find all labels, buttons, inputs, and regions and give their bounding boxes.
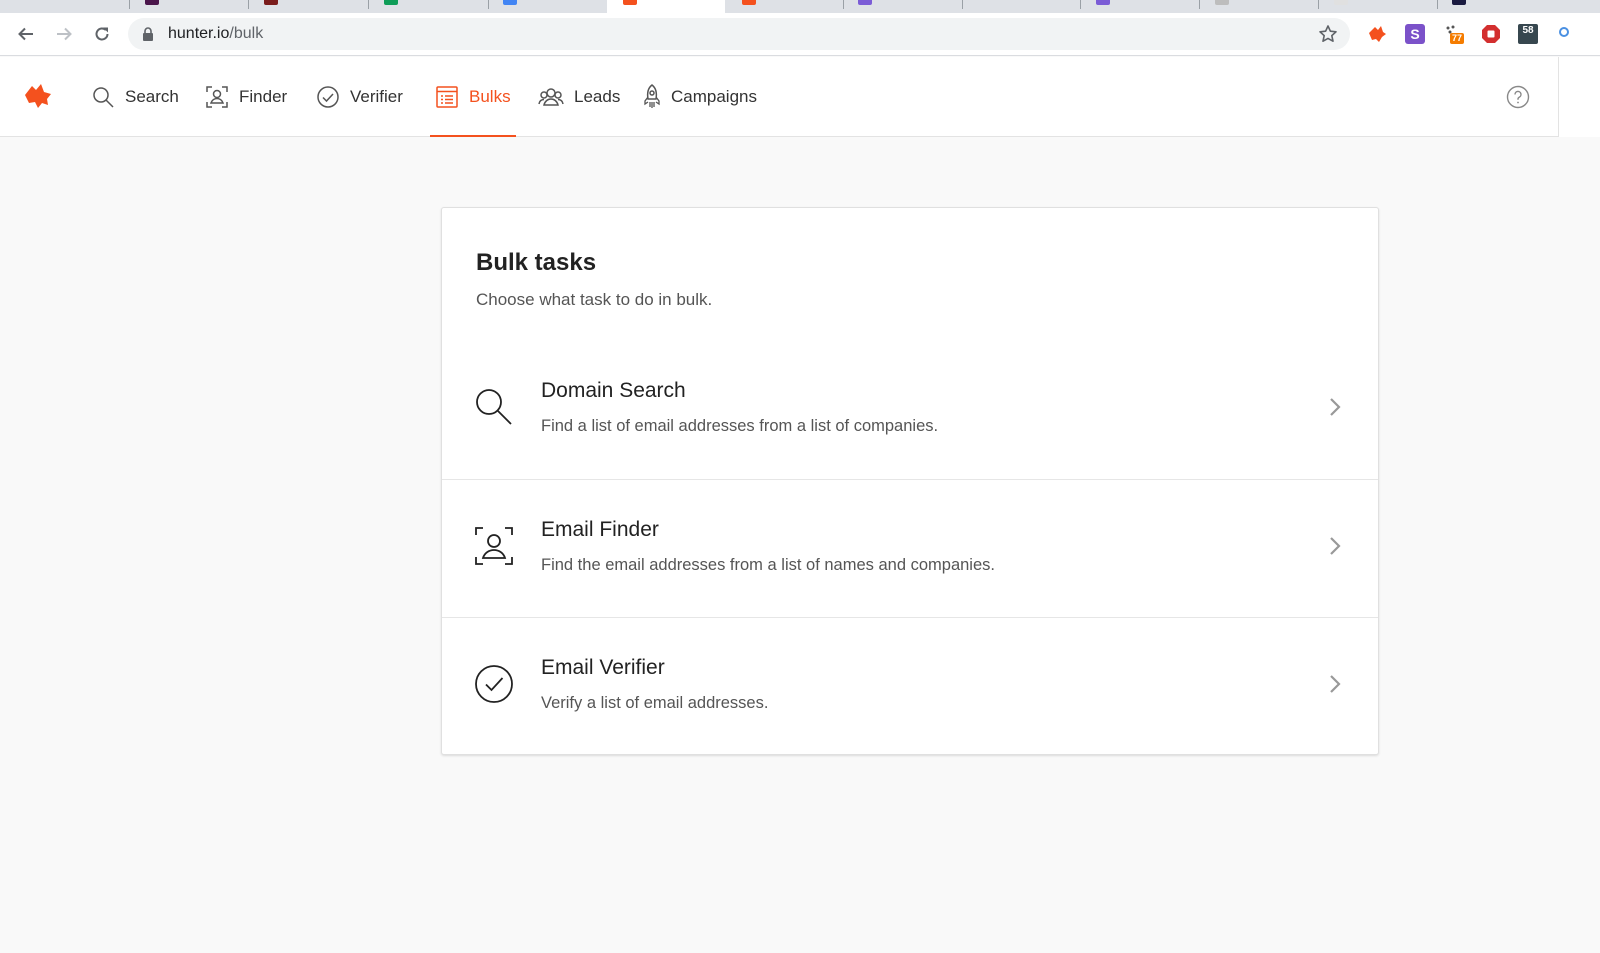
tab-separator bbox=[488, 0, 489, 9]
tab-separator bbox=[1318, 0, 1319, 9]
task-description: Find the email addresses from a list of … bbox=[541, 556, 995, 574]
browser-tab-strip bbox=[0, 0, 1600, 13]
tab-separator bbox=[1080, 0, 1081, 9]
tab-separator bbox=[843, 0, 844, 9]
tab-favicon[interactable] bbox=[1096, 0, 1110, 5]
nav-bulks[interactable]: Bulks bbox=[430, 57, 516, 137]
adblock-extension-icon[interactable] bbox=[1481, 24, 1501, 44]
tracker-badge: 77 bbox=[1450, 33, 1465, 44]
nav-verifier[interactable]: Verifier bbox=[316, 57, 403, 137]
hunter-logo-icon[interactable] bbox=[23, 83, 55, 114]
tab-separator bbox=[1199, 0, 1200, 9]
counter-extension-icon[interactable]: 58 bbox=[1518, 24, 1538, 44]
hunter-extension-icon[interactable] bbox=[1367, 24, 1387, 44]
person-frame-icon bbox=[474, 526, 514, 571]
task-title: Email Verifier bbox=[541, 656, 665, 679]
tab-favicon[interactable] bbox=[1215, 0, 1229, 5]
nav-bulks-label: Bulks bbox=[469, 87, 511, 106]
reload-button[interactable] bbox=[90, 22, 114, 46]
back-button[interactable] bbox=[14, 22, 38, 46]
tab-favicon[interactable] bbox=[264, 0, 278, 5]
rocket-icon bbox=[643, 84, 661, 110]
reload-icon bbox=[95, 27, 109, 41]
task-email-verifier[interactable]: Email Verifier Verify a list of email ad… bbox=[442, 617, 1378, 755]
verifier-icon bbox=[316, 85, 340, 109]
active-tab[interactable] bbox=[607, 0, 725, 13]
chevron-right-icon bbox=[1328, 396, 1342, 423]
tab-favicon[interactable] bbox=[384, 0, 398, 5]
help-icon[interactable] bbox=[1506, 85, 1530, 114]
s-extension-icon[interactable]: S bbox=[1405, 24, 1425, 44]
url-path: /bulk bbox=[229, 25, 264, 42]
tab-favicon[interactable] bbox=[858, 0, 872, 5]
tab-separator bbox=[1437, 0, 1438, 9]
tab-favicon[interactable] bbox=[1334, 0, 1348, 5]
address-bar[interactable]: hunter.io/bulk bbox=[128, 18, 1350, 50]
tab-separator bbox=[129, 0, 130, 9]
task-email-finder[interactable]: Email Finder Find the email addresses fr… bbox=[442, 479, 1378, 617]
bookmark-star-icon[interactable] bbox=[1318, 24, 1338, 44]
bulk-tasks-card: Bulk tasks Choose what task to do in bul… bbox=[441, 207, 1379, 755]
browser-toolbar: hunter.io/bulk S 77 58 bbox=[0, 13, 1600, 56]
app-navbar: Search Finder Verifier Bulks Leads Campa… bbox=[0, 57, 1558, 137]
nav-finder[interactable]: Finder bbox=[205, 57, 287, 137]
task-title: Email Finder bbox=[541, 518, 659, 541]
bulks-icon bbox=[435, 85, 459, 109]
back-arrow-icon bbox=[18, 27, 33, 41]
search-icon bbox=[91, 85, 115, 109]
chevron-right-icon bbox=[1328, 535, 1342, 562]
nav-search[interactable]: Search bbox=[91, 57, 179, 137]
url-text: hunter.io/bulk bbox=[168, 25, 263, 43]
tab-favicon[interactable] bbox=[742, 0, 756, 5]
nav-leads[interactable]: Leads bbox=[538, 57, 620, 137]
tracker-extension-icon[interactable]: 77 bbox=[1444, 24, 1465, 44]
nav-search-label: Search bbox=[125, 87, 179, 106]
nav-leads-label: Leads bbox=[574, 87, 621, 106]
url-host: hunter.io bbox=[168, 25, 230, 42]
tab-favicon[interactable] bbox=[1452, 0, 1466, 5]
lock-icon bbox=[143, 27, 153, 41]
forward-arrow-icon bbox=[57, 27, 72, 41]
nav-campaigns[interactable]: Campaigns bbox=[643, 57, 757, 137]
tab-favicon[interactable] bbox=[503, 0, 517, 5]
task-title: Domain Search bbox=[541, 379, 686, 402]
tab-separator bbox=[962, 0, 963, 9]
nav-campaigns-label: Campaigns bbox=[671, 87, 757, 106]
page-title: Bulk tasks bbox=[476, 249, 597, 276]
task-domain-search[interactable]: Domain Search Find a list of email addre… bbox=[442, 341, 1378, 479]
tab-separator bbox=[368, 0, 369, 9]
task-description: Find a list of email addresses from a li… bbox=[541, 417, 939, 435]
nav-finder-label: Finder bbox=[239, 87, 288, 106]
hunter-tab-favicon bbox=[623, 0, 637, 5]
chevron-right-icon bbox=[1328, 673, 1342, 700]
navbar-edge bbox=[1558, 57, 1600, 137]
page-subtitle: Choose what task to do in bulk. bbox=[476, 290, 713, 309]
nav-verifier-label: Verifier bbox=[350, 87, 403, 106]
finder-icon bbox=[205, 85, 229, 109]
magnifier-icon bbox=[474, 387, 514, 432]
tab-favicon[interactable] bbox=[145, 0, 159, 5]
extension-overflow-icon[interactable] bbox=[1557, 24, 1577, 44]
forward-button[interactable] bbox=[52, 22, 76, 46]
check-circle-icon bbox=[474, 664, 514, 709]
leads-icon bbox=[538, 85, 564, 109]
tab-separator bbox=[248, 0, 249, 9]
task-description: Verify a list of email addresses. bbox=[541, 694, 769, 712]
